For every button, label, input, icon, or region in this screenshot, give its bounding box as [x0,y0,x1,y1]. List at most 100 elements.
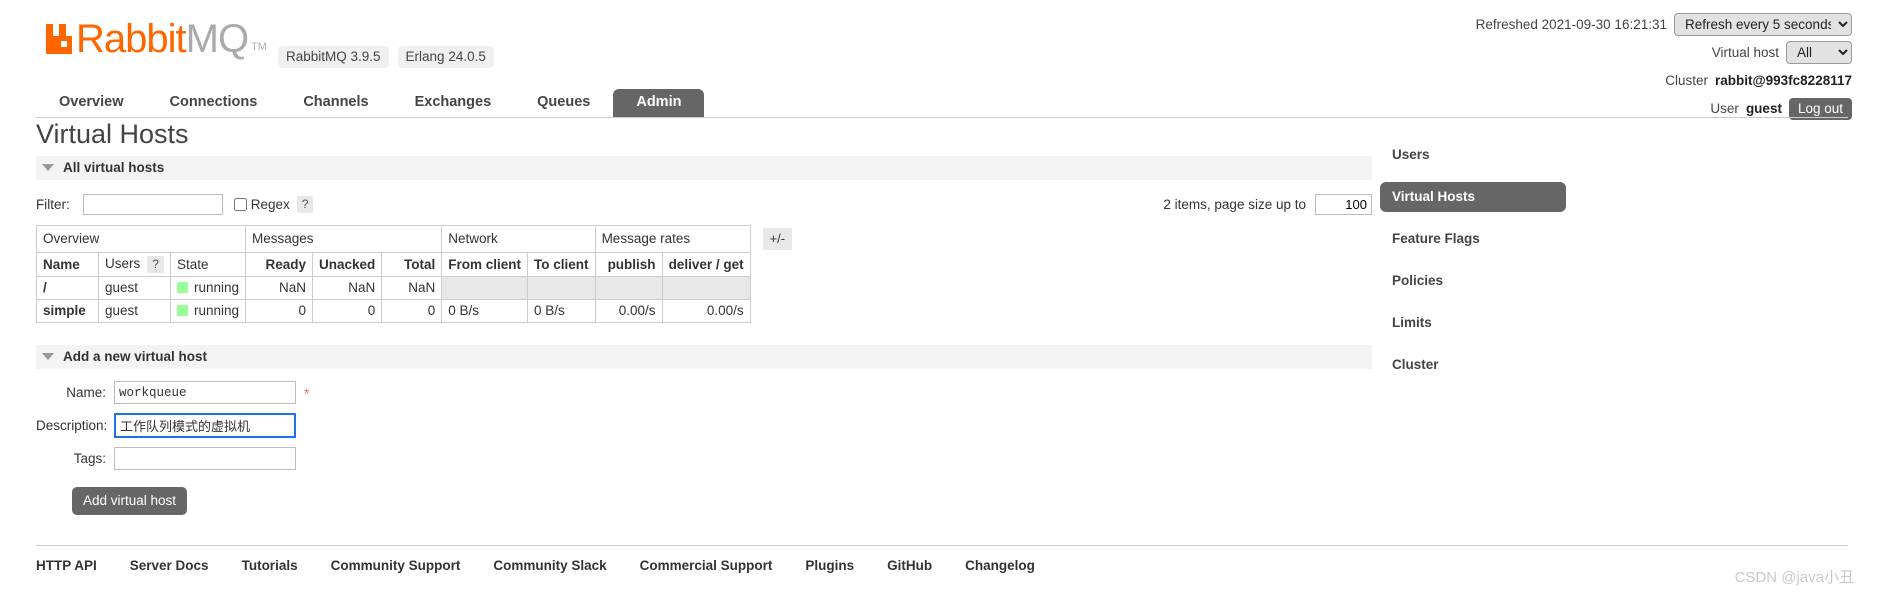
form-row-description: Description: [36,413,1372,438]
all-virtual-hosts-label: All virtual hosts [63,160,165,175]
footer-link-server-docs[interactable]: Server Docs [130,558,209,573]
sidebar-item-policies[interactable]: Policies [1380,266,1566,296]
group-header-message-rates: Message rates [594,225,751,253]
sidebar-item-limits[interactable]: Limits [1380,308,1566,338]
row-spacer [750,300,810,323]
tab-queues[interactable]: Queues [514,89,613,117]
col-from-client[interactable]: From client [441,252,529,277]
tab-admin[interactable]: Admin [613,89,705,117]
group-header-network: Network [441,225,596,253]
tab-channels[interactable]: Channels [280,89,391,117]
logo-trademark: TM [251,41,267,53]
columns-plus-minus-button[interactable]: +/- [762,227,793,250]
virtual-hosts-table: Overview Messages Network Message rates … [36,225,811,323]
add-virtual-host-form: Name: * Description: Tags: Add virtual h… [36,381,1372,515]
footer-link-community-slack[interactable]: Community Slack [493,558,606,573]
description-input[interactable] [114,413,296,438]
table-row[interactable]: / guest running NaN NaN NaN [36,276,811,300]
footer-link-github[interactable]: GitHub [887,558,932,573]
cell-to-client: 0 B/s [527,299,596,323]
cell-ready: 0 [245,299,313,323]
tab-exchanges[interactable]: Exchanges [392,89,515,117]
col-publish[interactable]: publish [594,252,663,277]
tab-connections[interactable]: Connections [147,89,281,117]
rabbitmq-management-page: RabbitMQ TM RabbitMQ 3.9.5 Erlang 24.0.5… [0,0,1884,598]
add-virtual-host-button[interactable]: Add virtual host [72,487,188,515]
form-row-tags: Tags: [36,447,1372,470]
main-navigation-tabs: Overview Connections Channels Exchanges … [36,89,1848,118]
cell-publish [594,276,663,300]
name-label: Name: [66,385,106,400]
version-badges: RabbitMQ 3.9.5 Erlang 24.0.5 [278,46,494,68]
cell-name[interactable]: simple [36,299,99,323]
column-toggle-spacer [750,252,811,277]
footer-link-changelog[interactable]: Changelog [965,558,1035,573]
rabbitmq-logo[interactable]: RabbitMQ TM [44,19,267,59]
cell-to-client [527,276,596,300]
page-size-input[interactable] [1315,194,1372,215]
refreshed-timestamp: Refreshed 2021-09-30 16:21:31 [1475,17,1667,32]
col-unacked[interactable]: Unacked [311,252,383,277]
col-users-label: Users [105,256,141,271]
vhost-filter-select[interactable]: All [1786,41,1852,64]
logo-wordmark: RabbitMQ [76,19,249,59]
sidebar-item-feature-flags[interactable]: Feature Flags [1380,224,1566,254]
filter-help-icon[interactable]: ? [296,196,314,213]
cell-users: guest [98,299,171,323]
cell-total: NaN [381,276,443,300]
add-virtual-host-section: Add a new virtual host Name: * Descripti… [36,345,1372,515]
footer-link-plugins[interactable]: Plugins [805,558,854,573]
description-label: Description: [36,418,108,433]
footer-link-http-api[interactable]: HTTP API [36,558,97,573]
filter-input[interactable] [82,194,223,215]
cluster-label: Cluster [1665,73,1708,88]
sidebar-item-users[interactable]: Users [1380,140,1566,170]
table-column-header-row: Name Users? State Ready Unacked Total Fr… [36,252,811,277]
vhost-row: Virtual host All [1476,40,1852,65]
all-virtual-hosts-section-header[interactable]: All virtual hosts [36,156,1372,180]
col-name[interactable]: Name [36,252,99,277]
group-header-overview: Overview [36,225,246,253]
refresh-interval-select[interactable]: Refresh every 5 seconds [1674,13,1852,36]
col-users[interactable]: Users? [98,252,171,277]
add-virtual-host-label: Add a new virtual host [63,349,208,364]
footer-link-community-support[interactable]: Community Support [331,558,461,573]
state-indicator: running [176,302,239,319]
admin-sidebar: Users Virtual Hosts Feature Flags Polici… [1380,140,1590,392]
watermark: CSDN @java小丑 [1734,569,1854,586]
cell-ready: NaN [245,276,313,300]
footer-link-tutorials[interactable]: Tutorials [242,558,298,573]
cluster-name: rabbit@993fc8228117 [1714,73,1852,88]
form-row-name: Name: * [36,381,1372,404]
vhost-label: Virtual host [1711,45,1779,60]
col-deliver-get[interactable]: deliver / get [661,252,751,277]
state-text: running [193,280,239,295]
badge-erlang-version: Erlang 24.0.5 [397,46,494,68]
sidebar-item-cluster[interactable]: Cluster [1380,350,1566,380]
refresh-row: Refreshed 2021-09-30 16:21:31 Refresh ev… [1476,12,1852,37]
filter-label: Filter: [36,197,70,212]
collapse-triangle-icon [42,353,54,360]
cell-deliver-get: 0.00/s [661,299,751,323]
col-state[interactable]: State [169,252,247,277]
footer-link-commercial-support[interactable]: Commercial Support [640,558,773,573]
cell-from-client [441,276,529,300]
sidebar-item-virtual-hosts[interactable]: Virtual Hosts [1380,182,1566,212]
state-text: running [193,303,239,318]
col-total[interactable]: Total [381,252,443,277]
cell-name[interactable]: / [36,276,99,300]
cell-users: guest [98,276,171,300]
add-virtual-host-section-header[interactable]: Add a new virtual host [36,345,1372,369]
regex-checkbox[interactable] [233,198,247,211]
users-help-icon[interactable]: ? [147,256,164,273]
tab-overview[interactable]: Overview [36,89,147,117]
col-ready[interactable]: Ready [245,252,313,277]
name-input[interactable] [114,381,296,404]
col-to-client[interactable]: To client [527,252,596,277]
cell-state: running [169,276,247,300]
tags-input[interactable] [114,447,296,470]
table-row[interactable]: simple guest running 0 0 0 0 B/s 0 B/s 0… [36,299,811,323]
regex-checkbox-wrap[interactable]: Regex [233,197,290,212]
table-body: / guest running NaN NaN NaN simple guest… [36,276,811,323]
table-group-header-row: Overview Messages Network Message rates … [36,225,811,253]
